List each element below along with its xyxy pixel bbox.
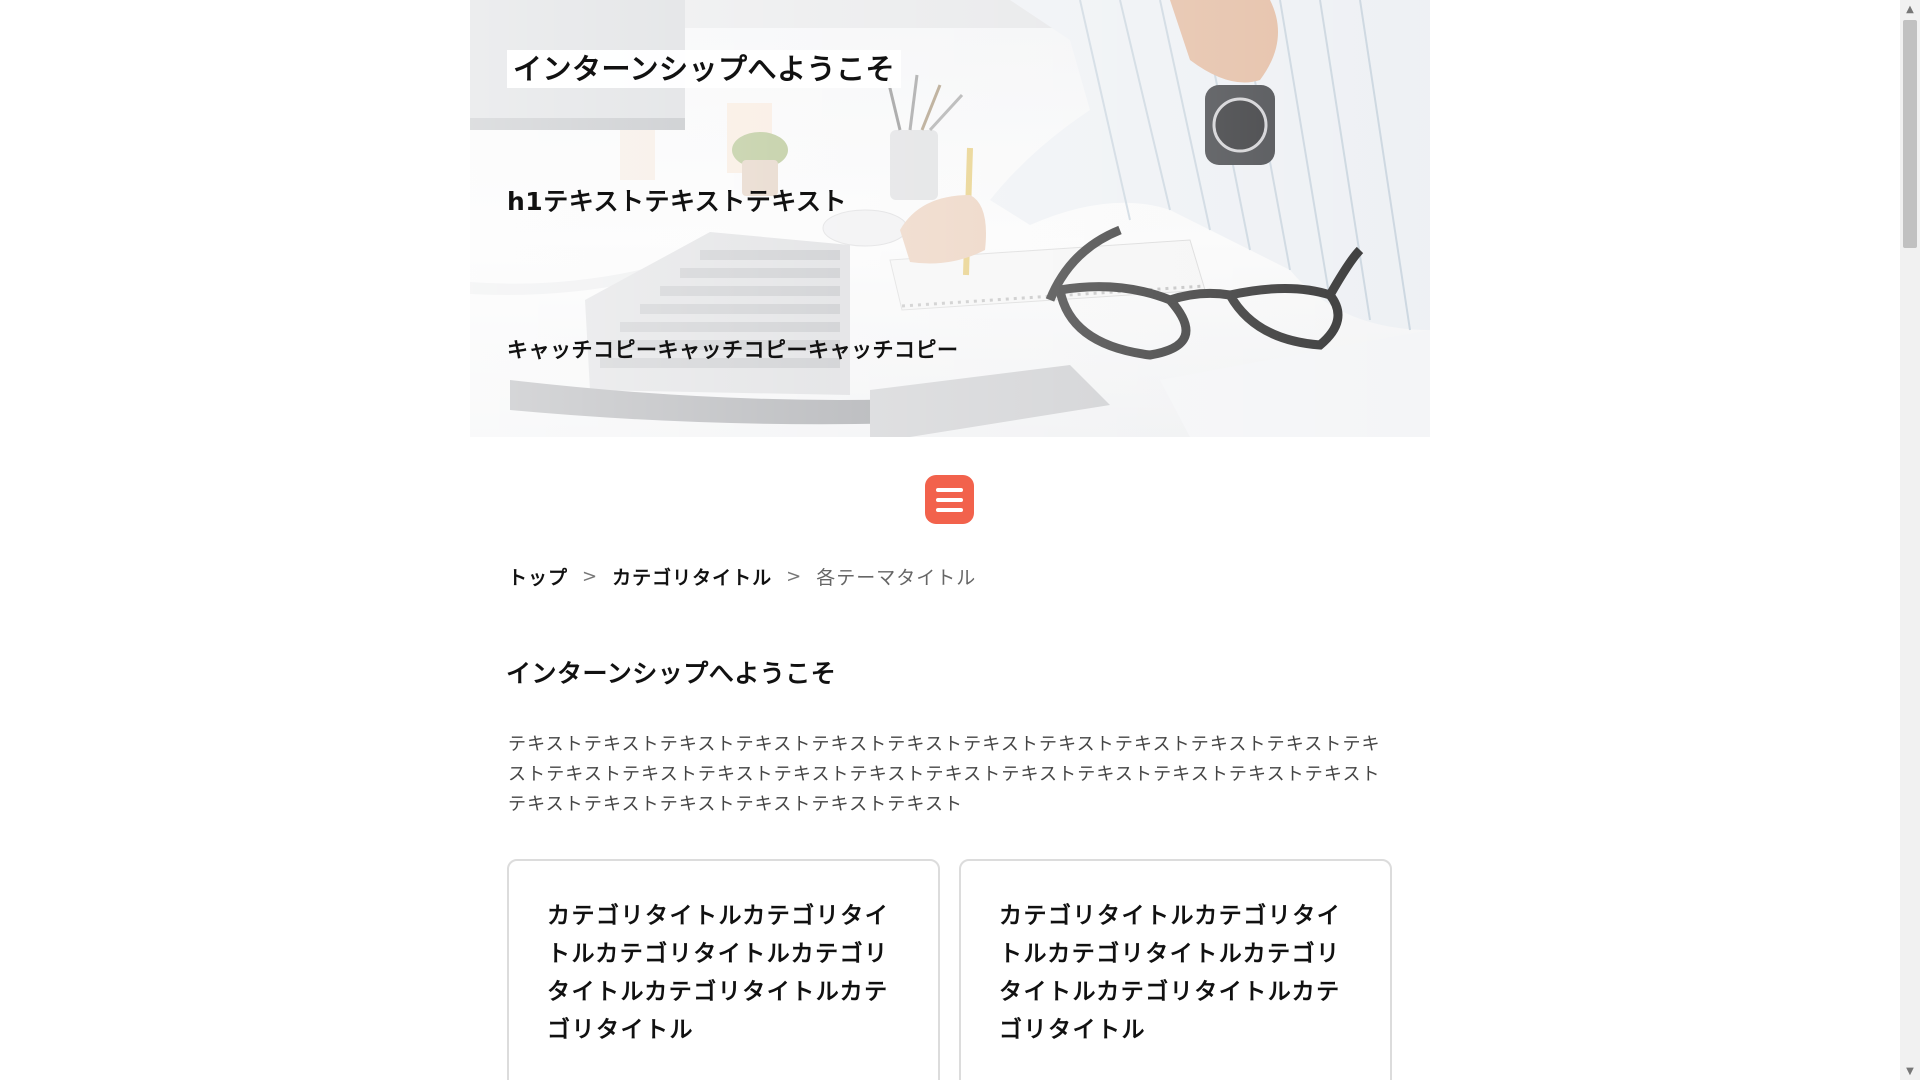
category-card[interactable]: カテゴリタイトルカテゴリタイトルカテゴリタイトルカテゴリタイトルカテゴリタイトル…	[959, 859, 1392, 1080]
breadcrumb-current: 各テーマタイトル	[816, 567, 977, 589]
breadcrumb: トップ > カテゴリタイトル > 各テーマタイトル	[508, 563, 976, 590]
menu-button[interactable]	[925, 475, 974, 524]
hero-welcome-heading: インターンシップへようこそ	[507, 50, 902, 88]
scroll-down-icon[interactable]: ▼	[1900, 1062, 1920, 1080]
vertical-scrollbar[interactable]: ▲ ▼	[1900, 0, 1920, 1080]
page: インターンシップへようこそ h1テキストテキストテキスト キャッチコピーキャッチ…	[0, 0, 1920, 1080]
scroll-up-icon[interactable]: ▲	[1900, 0, 1920, 18]
card-title: カテゴリタイトルカテゴリタイトルカテゴリタイトルカテゴリタイトルカテゴリタイトル…	[999, 903, 1342, 1043]
hero-banner: インターンシップへようこそ h1テキストテキストテキスト キャッチコピーキャッチ…	[470, 0, 1430, 437]
breadcrumb-top-link[interactable]: トップ	[508, 563, 568, 590]
body-text: テキストテキストテキストテキストテキストテキストテキストテキストテキストテキスト…	[508, 734, 1381, 815]
hamburger-icon	[936, 487, 963, 512]
breadcrumb-category-link[interactable]: カテゴリタイトル	[612, 563, 772, 590]
hero-catchcopy: キャッチコピーキャッチコピーキャッチコピー	[507, 338, 959, 362]
card-title: カテゴリタイトルカテゴリタイトルカテゴリタイトルカテゴリタイトルカテゴリタイトル…	[547, 903, 890, 1043]
category-card[interactable]: カテゴリタイトルカテゴリタイトルカテゴリタイトルカテゴリタイトルカテゴリタイトル…	[507, 859, 940, 1080]
breadcrumb-separator: >	[582, 566, 599, 587]
hero-h1: h1テキストテキストテキスト	[507, 187, 847, 216]
page-title: インターンシップへようこそ	[506, 659, 837, 688]
scroll-thumb[interactable]	[1903, 20, 1917, 248]
breadcrumb-separator: >	[786, 566, 803, 587]
